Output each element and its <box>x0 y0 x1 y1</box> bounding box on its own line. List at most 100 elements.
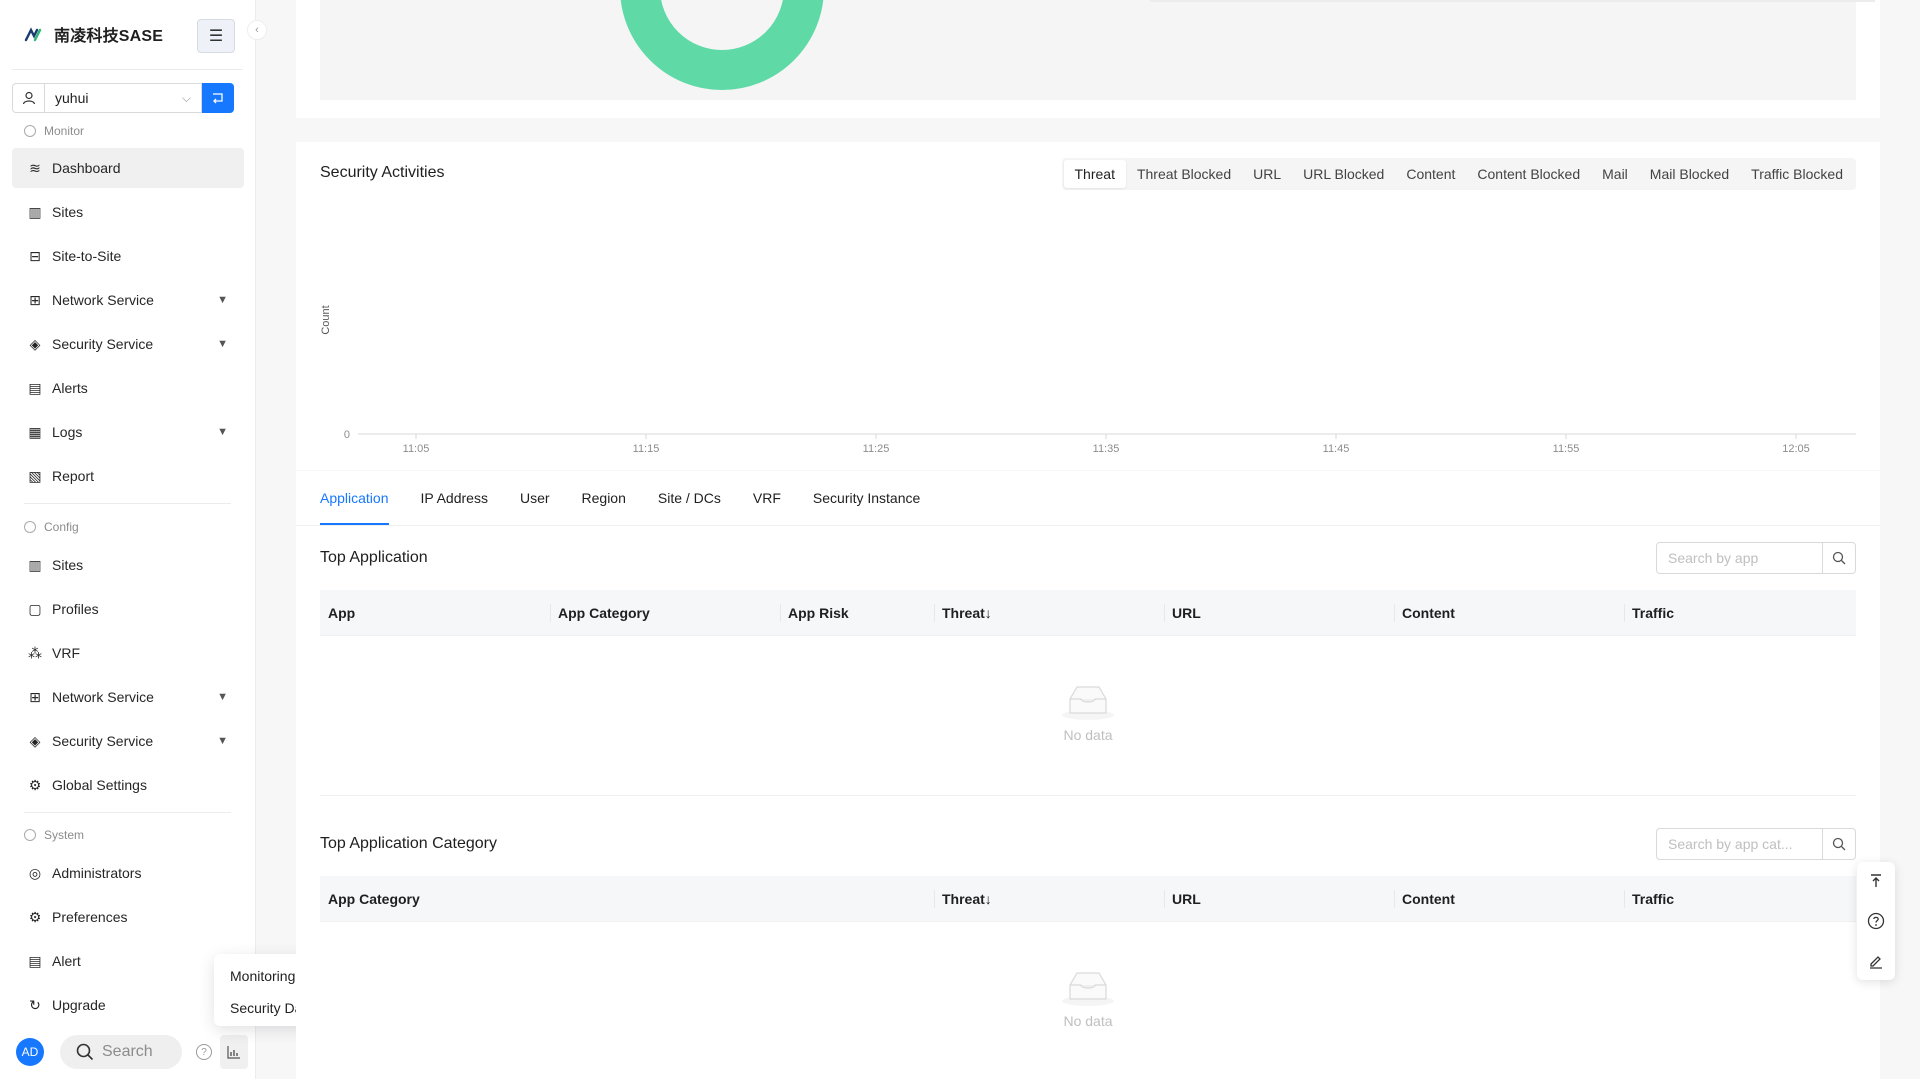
tab-ip-address[interactable]: IP Address <box>421 471 488 525</box>
dashboard-icon: ≋ <box>29 159 41 176</box>
sidebar-item-upgrade[interactable]: ↻ Upgrade <box>12 985 244 1025</box>
x-tick-label: 11:35 <box>1093 443 1120 455</box>
section-config-label: Config <box>44 520 79 534</box>
column-header-app-category: App Category <box>550 590 650 636</box>
tab-site-dcs[interactable]: Site / DCs <box>658 471 721 525</box>
preferences-icon: ⚙ <box>28 908 42 925</box>
sidebar-item-site-to-site[interactable]: ⊟ Site-to-Site <box>12 236 244 276</box>
shield-icon: ◈ <box>29 335 41 352</box>
empty-inbox-icon <box>1062 686 1114 720</box>
column-header-label: Content <box>1402 891 1455 907</box>
profile-icon: ▢ <box>28 600 42 617</box>
brand-logo-icon <box>24 27 42 42</box>
switch-tenant-button[interactable] <box>202 83 234 113</box>
divider <box>24 503 231 504</box>
donut-chart-area <box>320 0 1875 100</box>
tenant-select[interactable]: yuhui ⌵ <box>44 83 202 113</box>
sidebar-item-logs[interactable]: ▦ Logs ▼ <box>12 412 244 452</box>
sidebar-item-security-service[interactable]: ◈ Security Service ▼ <box>12 324 244 364</box>
sidebar-item-network-service[interactable]: ⊞ Network Service ▼ <box>12 280 244 320</box>
column-separator <box>934 890 935 908</box>
sidebar-item-report[interactable]: ▧ Report <box>12 456 244 496</box>
tab-application[interactable]: Application <box>320 471 389 525</box>
sort-descending-icon[interactable]: ↓ <box>985 891 992 907</box>
sidebar-item-label: Report <box>52 468 95 484</box>
sidebar-item-label: Profiles <box>52 601 99 617</box>
sidebar-item-config-network-service[interactable]: ⊞ Network Service ▼ <box>12 677 244 717</box>
sidebar-item-preferences[interactable]: ⚙ Preferences <box>12 897 244 937</box>
sidebar-item-label: Preferences <box>52 909 128 925</box>
column-header-label: App Category <box>328 891 420 907</box>
sidebar-item-global-settings[interactable]: ⚙ Global Settings <box>12 765 244 805</box>
column-header-threat[interactable]: Threat ↓ <box>934 876 992 922</box>
app-search-input[interactable]: Search by app <box>1656 542 1823 574</box>
chevron-down-icon: ▼ <box>217 294 228 306</box>
collapse-sidebar-button[interactable]: ‹ <box>247 20 267 40</box>
sidebar-item-config-security-service[interactable]: ◈ Security Service ▼ <box>12 721 244 761</box>
top-application-category-table-header: App Category Threat ↓ URL Content Traffic <box>320 876 1856 922</box>
column-header-label: URL <box>1172 891 1201 907</box>
section-system: System <box>24 828 84 842</box>
search-icon <box>1832 837 1846 851</box>
avatar[interactable]: AD <box>16 1038 44 1066</box>
column-header-url: URL <box>1164 876 1201 922</box>
column-header-content: Content <box>1394 876 1455 922</box>
back-to-top-icon[interactable] <box>1868 873 1884 889</box>
help-icon[interactable]: ? <box>196 1044 212 1060</box>
sidebar-item-vrf[interactable]: ⁂ VRF <box>12 633 244 673</box>
divider <box>24 812 231 813</box>
app-category-search-button[interactable] <box>1823 828 1856 860</box>
sidebar-item-label: Administrators <box>52 865 142 881</box>
user-icon <box>12 83 44 113</box>
menu-toggle-button[interactable]: ☰ <box>197 19 235 53</box>
top-application-category-empty: No data <box>296 967 1880 1029</box>
chevron-down-icon: ▼ <box>217 426 228 438</box>
column-header-app-risk: App Risk <box>780 590 849 636</box>
sidebar-item-label: Dashboard <box>52 160 121 176</box>
sidebar-footer: AD Search ? <box>0 1027 256 1079</box>
tab-vrf[interactable]: VRF <box>753 471 781 525</box>
chevron-down-icon: ▼ <box>217 338 228 350</box>
top-application-table-header: App App Category App Risk Threat ↓ URL Conten… <box>320 590 1856 636</box>
sidebar-item-sites[interactable]: ▥ Sites <box>12 192 244 232</box>
column-header-threat[interactable]: Threat ↓ <box>934 590 992 636</box>
sidebar-item-alert[interactable]: ▤ Alert <box>12 941 244 981</box>
x-tick-label: 11:25 <box>863 443 890 455</box>
sidebar-item-label: Security Service <box>52 336 154 352</box>
dimension-tabs: Application IP Address User Region Site / DC… <box>320 471 920 525</box>
sidebar-item-dashboard[interactable]: ≋ Dashboard <box>12 148 244 188</box>
edit-icon[interactable] <box>1868 953 1884 969</box>
network-icon: ⊞ <box>29 291 41 308</box>
column-header-app: App <box>328 590 355 636</box>
dashboard-switch-button[interactable] <box>220 1035 248 1069</box>
sidebar-item-profiles[interactable]: ▢ Profiles <box>12 589 244 629</box>
app-search-button[interactable] <box>1823 542 1856 574</box>
tab-region[interactable]: Region <box>582 471 626 525</box>
sidebar-item-administrators[interactable]: ◎ Administrators <box>12 853 244 893</box>
shield-icon: ◈ <box>29 732 41 749</box>
floating-toolbar <box>1857 862 1895 980</box>
app-category-search-input[interactable]: Search by app cat... <box>1656 828 1823 860</box>
sidebar-item-label: Upgrade <box>52 997 106 1013</box>
chevron-down-icon: ▼ <box>217 735 228 747</box>
sidebar-item-label: Network Service <box>52 292 154 308</box>
sidebar-item-alerts[interactable]: ▤ Alerts <box>12 368 244 408</box>
top-application-category-title: Top Application Category <box>320 835 497 852</box>
global-search-button[interactable]: Search <box>60 1035 182 1069</box>
empty-text: No data <box>1063 727 1113 743</box>
app-category-search: Search by app cat... <box>1656 828 1856 860</box>
tab-security-instance[interactable]: Security Instance <box>813 471 920 525</box>
config-icon <box>24 521 36 533</box>
tab-user[interactable]: User <box>520 471 550 525</box>
search-label: Search <box>102 1043 153 1060</box>
alert-icon: ▤ <box>28 952 42 969</box>
security-activities-card: Security Activities Threat Threat Blocked… <box>296 142 1880 470</box>
sidebar: 南凌科技SASE ☰ ‹ yuhui ⌵ Monitor ≋ Dashboard… <box>0 0 267 1079</box>
sort-descending-icon[interactable]: ↓ <box>985 605 992 621</box>
system-icon <box>24 829 36 841</box>
chevron-left-icon: ‹ <box>255 24 259 36</box>
column-header-traffic: Traffic <box>1624 876 1674 922</box>
security-activities-chart: 11:05 11:15 11:25 11:35 11:45 11:55 12:05 0 Coun… <box>320 305 1856 455</box>
sidebar-item-config-sites[interactable]: ▥ Sites <box>12 545 244 585</box>
help-icon[interactable] <box>1867 912 1885 930</box>
